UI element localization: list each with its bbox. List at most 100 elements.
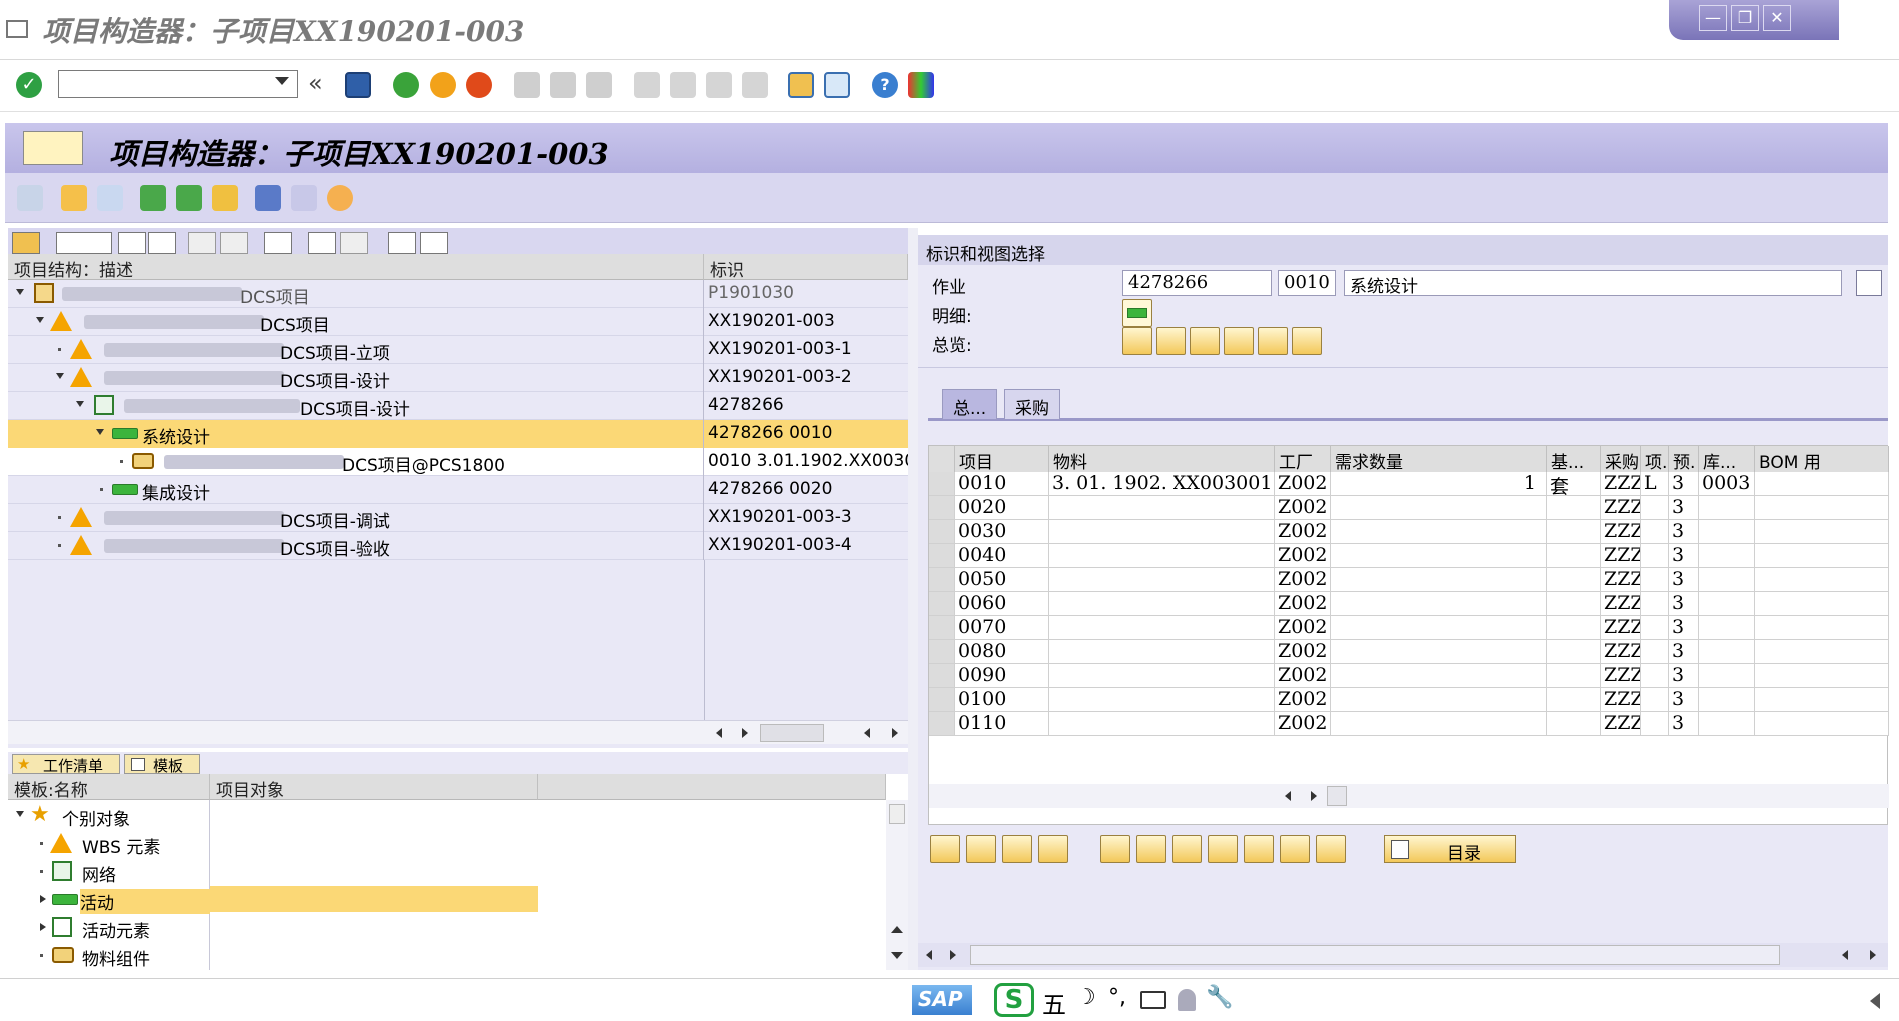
cell-item[interactable]: 0110 bbox=[955, 712, 1049, 736]
restore-button[interactable]: ❐ bbox=[1731, 5, 1759, 31]
next-page-icon[interactable] bbox=[706, 72, 732, 98]
cell-purchasing[interactable]: ZZZ bbox=[1601, 664, 1641, 688]
overview-document-icon[interactable] bbox=[1258, 327, 1288, 355]
cell-unit[interactable] bbox=[1547, 544, 1601, 568]
cell-item[interactable]: 0010 bbox=[955, 472, 1049, 496]
cell-item-category[interactable] bbox=[1641, 592, 1669, 616]
tree-row[interactable]: DCS项目-立项 XX190201-003-1 bbox=[8, 336, 908, 364]
delete-rows-icon[interactable] bbox=[1208, 835, 1238, 863]
tree-row[interactable]: DCS项目@PCS1800 0010 3.01.1902.XX00300 bbox=[8, 448, 908, 476]
tree-row[interactable]: DCS项目 P1901030 bbox=[8, 280, 908, 308]
cell-item-category[interactable] bbox=[1641, 664, 1669, 688]
overview-milestone-icon[interactable] bbox=[1190, 327, 1220, 355]
row-selector[interactable] bbox=[929, 496, 955, 520]
grid-col-item[interactable]: 项目 bbox=[955, 446, 1049, 472]
cell-purchasing[interactable]: ZZZ bbox=[1601, 712, 1641, 736]
cell-purchasing[interactable]: ZZZ bbox=[1601, 616, 1641, 640]
undo-icon[interactable] bbox=[220, 232, 248, 254]
glasses-icon[interactable] bbox=[17, 185, 43, 211]
template-row-selected[interactable]: 活动 bbox=[8, 886, 538, 914]
cell-storage[interactable] bbox=[1699, 688, 1755, 712]
cell-item-category[interactable] bbox=[1641, 616, 1669, 640]
grid-row[interactable]: 0090 Z002 ZZZ 3 bbox=[929, 664, 1889, 688]
cell-unit[interactable] bbox=[1547, 592, 1601, 616]
cell-plant[interactable]: Z002 bbox=[1275, 688, 1331, 712]
chevron-down-icon[interactable] bbox=[56, 373, 64, 379]
scroll-right-icon[interactable] bbox=[892, 728, 898, 738]
chevron-right-icon[interactable] bbox=[40, 895, 46, 903]
cell-material[interactable] bbox=[1049, 664, 1275, 688]
overview-activity-icon[interactable] bbox=[1122, 327, 1152, 355]
cell-unit[interactable]: 套 bbox=[1547, 472, 1601, 496]
ime-mode[interactable]: 五 bbox=[1042, 985, 1066, 1020]
cell-unit[interactable] bbox=[1547, 568, 1601, 592]
cell-storage[interactable] bbox=[1699, 544, 1755, 568]
keyboard-icon[interactable] bbox=[1140, 991, 1166, 1009]
cell-material[interactable]: 3. 01. 1902. XX003001 bbox=[1049, 472, 1275, 496]
cell-bom[interactable] bbox=[1755, 568, 1889, 592]
edit-list-icon[interactable] bbox=[291, 185, 317, 211]
column-header-description[interactable]: 项目结构：描述 bbox=[8, 254, 704, 281]
cell-item[interactable]: 0070 bbox=[955, 616, 1049, 640]
chevron-down-icon[interactable] bbox=[96, 429, 104, 435]
cell-unit[interactable] bbox=[1547, 688, 1601, 712]
group-icon[interactable] bbox=[1100, 835, 1130, 863]
command-field[interactable] bbox=[58, 70, 298, 98]
cell-bom[interactable] bbox=[1755, 616, 1889, 640]
cell-reservation[interactable]: 3 bbox=[1669, 688, 1699, 712]
grid-col-purchasing[interactable]: 采购 bbox=[1601, 446, 1641, 472]
cell-storage[interactable] bbox=[1699, 616, 1755, 640]
template-row[interactable]: 物料组件 bbox=[8, 942, 538, 970]
tree-row-selected[interactable]: 系统设计 4278266 0010 bbox=[8, 420, 908, 448]
catalog-button[interactable]: 目录 bbox=[1384, 835, 1516, 863]
grid-col-material[interactable]: 物料 bbox=[1049, 446, 1275, 472]
help-icon[interactable]: ? bbox=[872, 72, 898, 98]
cell-storage[interactable] bbox=[1699, 496, 1755, 520]
scroll-left-icon[interactable] bbox=[864, 728, 870, 738]
structure-graphic-icon[interactable] bbox=[212, 185, 238, 211]
cell-bom[interactable] bbox=[1755, 520, 1889, 544]
enter-check-icon[interactable]: ✓ bbox=[16, 72, 42, 98]
tree-row[interactable]: DCS项目-调试 XX190201-003-3 bbox=[8, 504, 908, 532]
grid-row[interactable]: 0020 Z002 ZZZ 3 bbox=[929, 496, 1889, 520]
back-icon[interactable] bbox=[393, 72, 419, 98]
cell-purchasing[interactable]: ZZZ bbox=[1601, 472, 1641, 496]
document-icon[interactable] bbox=[1280, 835, 1310, 863]
network-number-field[interactable]: 4278266 bbox=[1122, 270, 1272, 296]
new-icon[interactable] bbox=[56, 232, 112, 254]
structure-hscroll[interactable] bbox=[8, 720, 908, 744]
shortcut-icon[interactable] bbox=[824, 72, 850, 98]
cell-quantity[interactable] bbox=[1331, 520, 1547, 544]
cell-reservation[interactable]: 3 bbox=[1669, 664, 1699, 688]
cell-item-category[interactable] bbox=[1641, 712, 1669, 736]
cell-quantity[interactable] bbox=[1331, 712, 1547, 736]
cell-plant[interactable]: Z002 bbox=[1275, 592, 1331, 616]
cell-item[interactable]: 0040 bbox=[955, 544, 1049, 568]
row-selector[interactable] bbox=[929, 688, 955, 712]
column-header-project-object[interactable]: 项目对象 bbox=[210, 774, 538, 801]
grid-col-storage[interactable]: 库... bbox=[1699, 446, 1755, 472]
save-icon[interactable] bbox=[345, 72, 371, 98]
chevron-down-icon[interactable] bbox=[36, 317, 44, 323]
cell-plant[interactable]: Z002 bbox=[1275, 664, 1331, 688]
column-header-id[interactable]: 标识 bbox=[704, 254, 908, 281]
template-row[interactable]: ★ 个别对象 bbox=[8, 802, 538, 830]
cell-quantity[interactable] bbox=[1331, 496, 1547, 520]
expand-right-icon[interactable] bbox=[97, 185, 123, 211]
row-selector[interactable] bbox=[929, 616, 955, 640]
row-selector[interactable] bbox=[929, 712, 955, 736]
cell-reservation[interactable]: 3 bbox=[1669, 592, 1699, 616]
scroll-up-icon[interactable] bbox=[891, 926, 903, 933]
cell-unit[interactable] bbox=[1547, 712, 1601, 736]
close-window-button[interactable]: ✕ bbox=[1763, 5, 1791, 31]
cell-material[interactable] bbox=[1049, 688, 1275, 712]
cell-reservation[interactable]: 3 bbox=[1669, 616, 1699, 640]
project-builder-icon[interactable] bbox=[23, 131, 83, 165]
grid-col-quantity[interactable]: 需求数量 bbox=[1331, 446, 1547, 472]
tree-icon[interactable] bbox=[176, 185, 202, 211]
cell-purchasing[interactable]: ZZZ bbox=[1601, 592, 1641, 616]
cell-unit[interactable] bbox=[1547, 616, 1601, 640]
cell-material[interactable] bbox=[1049, 712, 1275, 736]
cell-material[interactable] bbox=[1049, 616, 1275, 640]
cell-quantity[interactable] bbox=[1331, 592, 1547, 616]
